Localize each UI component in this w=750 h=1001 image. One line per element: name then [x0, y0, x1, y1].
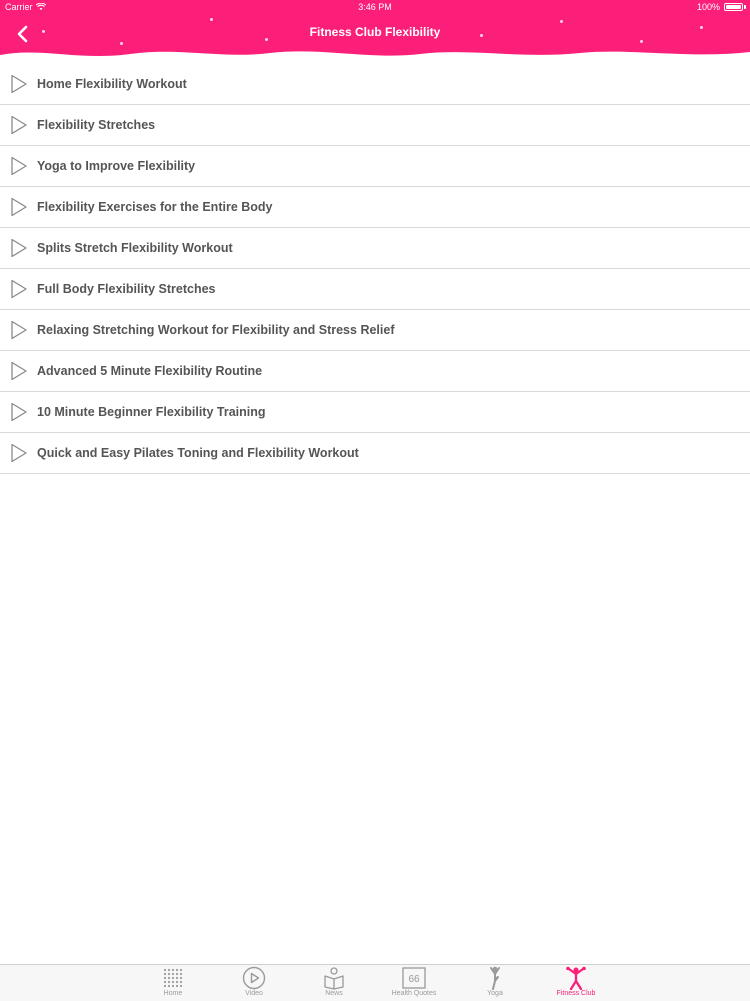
- play-outline-icon: [0, 115, 37, 135]
- battery-icon: [724, 3, 743, 11]
- tab-label: Health Quotes: [391, 990, 437, 997]
- status-time: 3:46 PM: [358, 2, 392, 12]
- tab-fitness-club[interactable]: Fitness Club: [541, 965, 611, 1001]
- tab-label: News: [325, 990, 343, 997]
- list-item-title: Yoga to Improve Flexibility: [37, 159, 196, 173]
- list-item[interactable]: Flexibility Stretches: [0, 105, 750, 146]
- list-item-title: Advanced 5 Minute Flexibility Routine: [37, 364, 263, 378]
- play-outline-icon: [0, 279, 37, 299]
- play-outline-icon: [0, 238, 37, 258]
- play-outline-icon: [0, 443, 37, 463]
- battery-indicator: 100%: [697, 2, 746, 12]
- list-item[interactable]: Relaxing Stretching Workout for Flexibil…: [0, 310, 750, 351]
- status-bar: Carrier 3:46 PM 100%: [0, 0, 750, 14]
- fitness-figure-icon: [565, 966, 587, 990]
- play-outline-icon: [0, 197, 37, 217]
- video-list: Home Flexibility Workout Flexibility Stre…: [0, 64, 750, 474]
- nav-header: Carrier 3:46 PM 100% Fitness Club Flexib…: [0, 0, 750, 64]
- list-item[interactable]: Home Flexibility Workout: [0, 64, 750, 105]
- tab-news[interactable]: News: [299, 965, 369, 1001]
- tab-label: Home: [163, 990, 183, 997]
- tab-bar: Home Video News 66 Health Quotes Yoga Fitness …: [0, 964, 750, 1001]
- play-outline-icon: [0, 156, 37, 176]
- list-item[interactable]: Splits Stretch Flexibility Workout: [0, 228, 750, 269]
- list-item[interactable]: Flexibility Exercises for the Entire Bod…: [0, 187, 750, 228]
- news-reader-icon: [323, 966, 345, 990]
- sparkle-decoration: [560, 20, 563, 23]
- tab-label: Yoga: [487, 990, 503, 997]
- play-outline-icon: [0, 361, 37, 381]
- yoga-pose-icon: [487, 966, 503, 990]
- sparkle-decoration: [640, 40, 643, 43]
- list-item[interactable]: Quick and Easy Pilates Toning and Flexib…: [0, 433, 750, 474]
- dot-grid-icon: [163, 966, 183, 990]
- list-item-title: Home Flexibility Workout: [37, 77, 187, 91]
- battery-cap: [744, 5, 746, 9]
- list-item[interactable]: Full Body Flexibility Stretches: [0, 269, 750, 310]
- svg-text:66: 66: [408, 974, 420, 985]
- tab-label: Video: [245, 990, 263, 997]
- sparkle-decoration: [210, 18, 213, 21]
- play-outline-icon: [0, 74, 37, 94]
- list-item[interactable]: 10 Minute Beginner Flexibility Training: [0, 392, 750, 433]
- play-outline-icon: [0, 320, 37, 340]
- play-outline-icon: [0, 402, 37, 422]
- tab-yoga[interactable]: Yoga: [460, 965, 530, 1001]
- list-item-title: Flexibility Exercises for the Entire Bod…: [37, 200, 273, 214]
- header-wave-edge: [0, 51, 750, 64]
- list-item-title: Full Body Flexibility Stretches: [37, 282, 216, 296]
- list-item-title: 10 Minute Beginner Flexibility Training: [37, 405, 266, 419]
- tab-label: Fitness Club: [556, 990, 596, 997]
- quote-icon: 66: [402, 966, 426, 990]
- list-item-title: Splits Stretch Flexibility Workout: [37, 241, 233, 255]
- list-item-title: Relaxing Stretching Workout for Flexibil…: [37, 323, 395, 337]
- list-item-title: Quick and Easy Pilates Toning and Flexib…: [37, 446, 359, 460]
- list-item[interactable]: Yoga to Improve Flexibility: [0, 146, 750, 187]
- play-circle-icon: [242, 966, 266, 990]
- tab-home[interactable]: Home: [138, 965, 208, 1001]
- page-title: Fitness Club Flexibility: [309, 25, 441, 39]
- battery-percent: 100%: [696, 2, 720, 12]
- tab-video[interactable]: Video: [219, 965, 289, 1001]
- tab-health-quotes[interactable]: 66 Health Quotes: [379, 965, 449, 1001]
- list-item-title: Flexibility Stretches: [37, 118, 156, 132]
- list-item[interactable]: Advanced 5 Minute Flexibility Routine: [0, 351, 750, 392]
